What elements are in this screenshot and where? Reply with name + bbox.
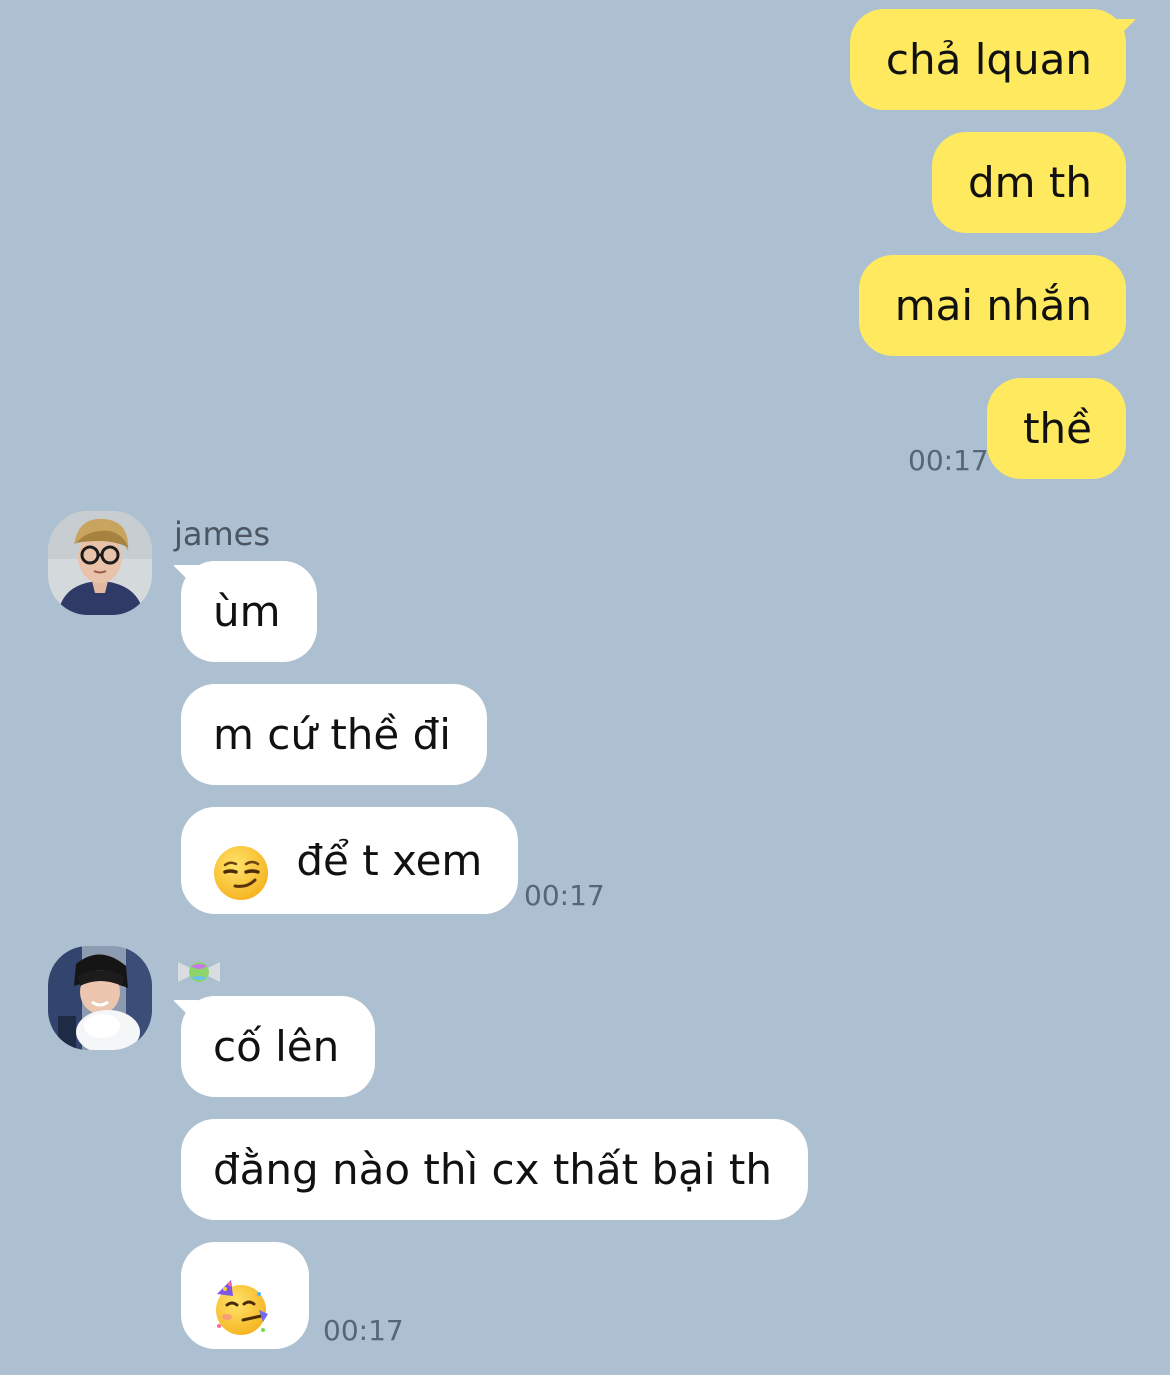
message-text: cố lên: [213, 1022, 340, 1071]
avatar-james[interactable]: [48, 511, 152, 615]
outgoing-message[interactable]: mai nhắn: [858, 255, 1126, 356]
message-text: để t xem: [296, 836, 483, 885]
incoming-message[interactable]: cố lên: [173, 996, 376, 1097]
message-timestamp: 00:17: [908, 444, 989, 477]
incoming-message[interactable]: [181, 1242, 309, 1349]
smirking-face-icon: [213, 833, 269, 900]
incoming-message[interactable]: m cứ thề đi: [181, 684, 487, 785]
incoming-message[interactable]: ùm: [173, 561, 317, 662]
outgoing-message[interactable]: thề: [987, 378, 1126, 479]
bubble-tail: [173, 1000, 199, 1026]
message-text: chả lquan: [885, 35, 1092, 84]
message-timestamp: 00:17: [323, 1314, 404, 1347]
bubble-tail: [173, 565, 199, 591]
partying-face-icon: [213, 1268, 269, 1335]
message-text: dm th: [967, 158, 1092, 207]
message-text: m cứ thề đi: [213, 710, 451, 759]
avatar-photo: [48, 511, 152, 615]
incoming-message[interactable]: để t xem: [181, 807, 519, 914]
message-timestamp: 00:17: [524, 879, 605, 912]
message-text: đằng nào thì cx thất bại th: [213, 1145, 772, 1194]
avatar-candy-sender[interactable]: [48, 946, 152, 1050]
sender-name: james: [174, 515, 271, 553]
message-text: mai nhắn: [894, 281, 1092, 330]
avatar-photo: [48, 946, 152, 1050]
outgoing-message[interactable]: chả lquan: [849, 9, 1136, 110]
bubble-tail: [1110, 19, 1136, 45]
incoming-message[interactable]: đằng nào thì cx thất bại th: [181, 1119, 808, 1220]
message-text: thề: [1023, 404, 1092, 453]
candy-icon: [176, 952, 222, 992]
outgoing-message[interactable]: dm th: [931, 132, 1126, 233]
message-text: ùm: [213, 587, 281, 636]
